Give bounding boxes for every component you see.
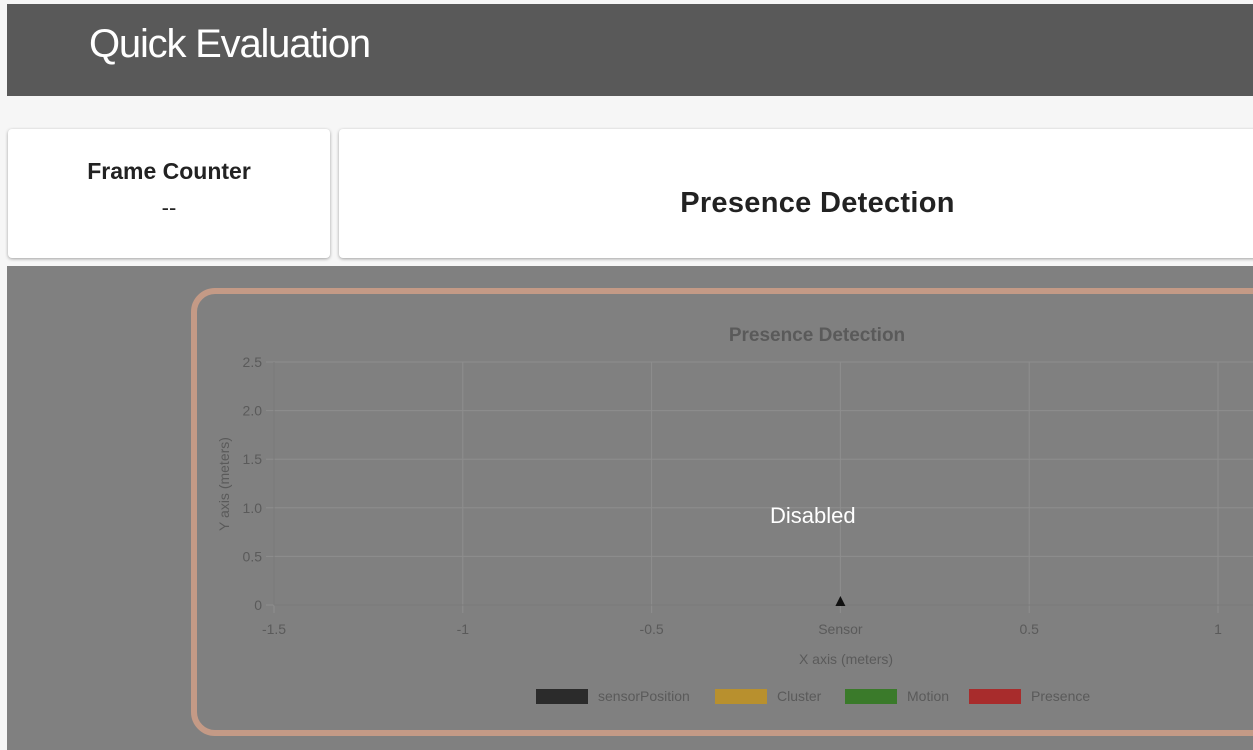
presence-detection-card: Presence Detection xyxy=(339,129,1253,258)
legend-swatch-presence xyxy=(969,689,1021,704)
presence-detection-title: Presence Detection xyxy=(680,187,955,219)
legend-label-presence: Presence xyxy=(1031,688,1090,704)
legend-swatch-motion xyxy=(845,689,897,704)
x-tick-label: -1.5 xyxy=(262,621,286,637)
y-axis-label: Y axis (meters) xyxy=(216,437,232,531)
y-tick-label: 0 xyxy=(254,597,262,613)
x-axis-label: X axis (meters) xyxy=(799,651,893,667)
chart-title: Presence Detection xyxy=(729,325,905,346)
app-header: Quick Evaluation xyxy=(7,4,1253,96)
x-tick-label: 1 xyxy=(1214,621,1222,637)
legend-label-sensorposition: sensorPosition xyxy=(598,688,690,704)
chart-panel: Presence Detection 0 0.5 1.0 1.5 2.0 2.5 -1.5 -1… xyxy=(7,266,1253,750)
legend-label-cluster: Cluster xyxy=(777,688,822,704)
disabled-overlay-text: Disabled xyxy=(770,503,856,528)
sensor-position-point xyxy=(835,596,846,606)
presence-chart: Presence Detection 0 0.5 1.0 1.5 2.0 2.5 -1.5 -1… xyxy=(216,325,1253,704)
legend-swatch-cluster xyxy=(715,689,767,704)
y-tick-label: 1.0 xyxy=(243,500,263,516)
x-tick-label: Sensor xyxy=(818,621,863,637)
y-tick-label: 1.5 xyxy=(243,451,263,467)
legend-label-motion: Motion xyxy=(907,688,949,704)
frame-counter-label: Frame Counter xyxy=(87,158,251,184)
x-tick-label: -0.5 xyxy=(640,621,664,637)
app-title: Quick Evaluation xyxy=(89,22,371,66)
x-tick-label: 0.5 xyxy=(1019,621,1039,637)
frame-counter-value: -- xyxy=(161,195,177,220)
frame-counter-card: Frame Counter -- xyxy=(8,129,330,258)
y-tick-label: 0.5 xyxy=(243,548,263,564)
y-tick-label: 2.0 xyxy=(243,403,263,419)
x-tick-label: -1 xyxy=(457,621,470,637)
legend-swatch-sensorposition xyxy=(536,689,588,704)
y-tick-label: 2.5 xyxy=(243,354,263,370)
